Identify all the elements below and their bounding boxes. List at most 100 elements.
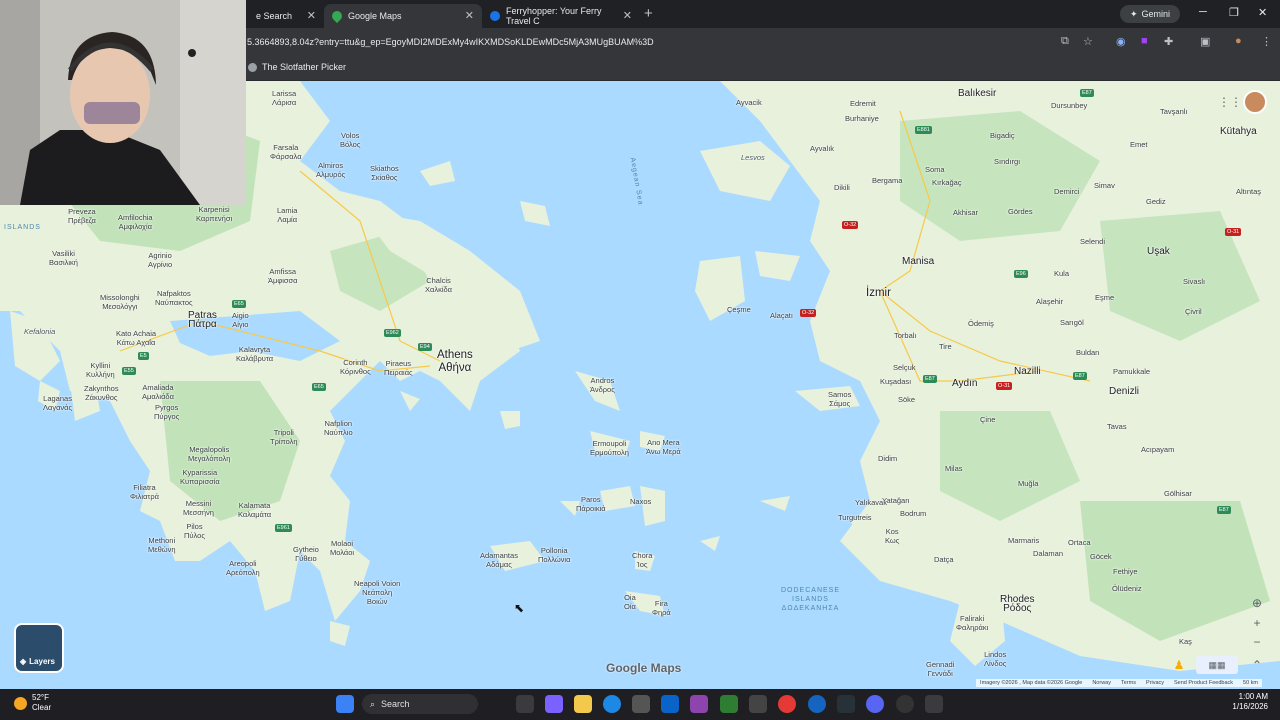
- sun-icon: [14, 696, 27, 710]
- place-label: Ano Mera Άνω Μερά: [646, 438, 681, 456]
- start-button[interactable]: [336, 695, 354, 713]
- mouse-cursor: ⬉: [514, 601, 525, 615]
- place-label: Yalıkavak: [855, 498, 887, 507]
- place-label: Faliraki Φαληράκι: [956, 614, 989, 632]
- place-label: Preveza Πρέβεζα: [68, 207, 96, 225]
- chrome-icon[interactable]: [778, 695, 796, 713]
- address-bar[interactable]: 5.3664893,8.04z?entry=ttu&g_ep=EgoyMDI2M…: [247, 37, 654, 47]
- place-label: Tripoli Τρίπολη: [270, 428, 298, 446]
- place-label: Gördes: [1008, 207, 1033, 216]
- sparkle-icon: ✦: [1130, 8, 1138, 19]
- tab-search[interactable]: e Search ✕: [248, 4, 324, 28]
- place-label: Aydın: [952, 378, 978, 389]
- island-label: Kefalonia: [24, 327, 56, 336]
- side-panel-icon[interactable]: ▣: [1200, 35, 1210, 48]
- tab-google-maps[interactable]: Google Maps ✕: [324, 4, 482, 28]
- place-label: Datça: [934, 555, 954, 564]
- place-label: Çeşme: [727, 305, 751, 314]
- taskbar-search[interactable]: ⌕ Search: [362, 694, 478, 714]
- road-shield: E962: [384, 329, 401, 337]
- bookmark-item[interactable]: The Slotfather Picker: [248, 62, 346, 72]
- terms-link[interactable]: Terms: [1121, 680, 1136, 686]
- place-label: Gölhisar: [1164, 489, 1192, 498]
- map-thumbnails[interactable]: ▦▦: [1196, 656, 1238, 674]
- excel-icon[interactable]: [720, 695, 738, 713]
- store-icon[interactable]: [632, 695, 650, 713]
- place-label: Ortaca: [1068, 538, 1091, 547]
- ferry-icon: [490, 11, 500, 21]
- capital-local-name: Αθήνα: [438, 362, 472, 374]
- privacy-link[interactable]: Privacy: [1146, 680, 1164, 686]
- gemini-button[interactable]: ✦ Gemini: [1120, 5, 1181, 23]
- close-icon[interactable]: ✕: [623, 9, 632, 22]
- place-label: Samos Σάμος: [828, 390, 852, 408]
- place-label: Megalopolis Μεγαλόπολη: [188, 445, 231, 463]
- avatar[interactable]: [1243, 90, 1267, 114]
- tab-ferryhopper[interactable]: Ferryhopper: Your Ferry Travel C ✕: [482, 4, 640, 28]
- road-shield: E87: [1073, 372, 1087, 380]
- zoom-out-button[interactable]: −: [1248, 633, 1266, 651]
- file-explorer-icon[interactable]: [574, 695, 592, 713]
- place-label: Kırkağaç: [932, 178, 962, 187]
- outlook-icon[interactable]: [661, 695, 679, 713]
- more-menu-icon[interactable]: ⋮: [1261, 35, 1272, 48]
- taskbar-search-label: Search: [381, 699, 410, 709]
- place-label: İzmir: [866, 287, 891, 299]
- audio-icon[interactable]: ◉: [1116, 35, 1126, 48]
- place-label: Kalavryta Καλάβρυτα: [236, 345, 274, 363]
- extension-icon[interactable]: ■: [1141, 35, 1148, 47]
- extensions-puzzle-icon[interactable]: ✚: [1164, 35, 1173, 48]
- close-icon[interactable]: ✕: [465, 9, 474, 22]
- scale-bar[interactable]: 50 km: [1243, 680, 1258, 686]
- place-label: Acıpayam: [1141, 445, 1175, 454]
- place-label: Ayvacik: [736, 98, 762, 107]
- place-label: Lindos Λίνδος: [984, 650, 1007, 668]
- feedback-link[interactable]: Send Product Feedback: [1174, 680, 1233, 686]
- region-link[interactable]: Norway: [1092, 680, 1111, 686]
- app-icon[interactable]: [690, 695, 708, 713]
- zoom-in-button[interactable]: +: [1248, 614, 1266, 632]
- app-icon[interactable]: [896, 695, 914, 713]
- install-app-icon[interactable]: ⧉: [1061, 35, 1069, 48]
- system-clock[interactable]: 1:00 AM 1/16/2026: [1232, 692, 1268, 712]
- place-label: Kyllini Κυλλήνη: [86, 361, 115, 379]
- place-label: Burhaniye: [845, 114, 879, 123]
- steam-icon[interactable]: [837, 695, 855, 713]
- layers-button[interactable]: ◈ Layers: [14, 623, 64, 673]
- edge-icon[interactable]: [603, 695, 621, 713]
- new-tab-button[interactable]: +: [644, 5, 653, 22]
- place-label: Kos Κως: [885, 527, 900, 545]
- profile-avatar-icon[interactable]: ●: [1235, 35, 1242, 47]
- my-location-icon[interactable]: ⊕: [1248, 594, 1266, 612]
- app-icon[interactable]: [749, 695, 767, 713]
- expand-up-icon[interactable]: ⌃: [1248, 656, 1266, 674]
- calculator-icon[interactable]: [925, 695, 943, 713]
- sea-label: DODECANESE ISLANDS ΔΩΔΕΚΑΝΗΣΑ: [781, 587, 841, 612]
- app-icon[interactable]: [808, 695, 826, 713]
- place-label: Ödemiş: [968, 319, 994, 328]
- place-label: Pamukkale: [1113, 367, 1151, 376]
- close-window-icon[interactable]: ✕: [1258, 6, 1267, 19]
- place-label: Patras Πάτρα: [188, 310, 217, 330]
- place-label: Lamia Λαμία: [277, 206, 298, 224]
- copilot-icon[interactable]: [545, 695, 563, 713]
- task-view-icon[interactable]: [516, 695, 534, 713]
- road-shield: E55: [122, 367, 136, 375]
- clock-time: 1:00 AM: [1238, 692, 1268, 701]
- maximize-icon[interactable]: ❐: [1229, 6, 1239, 19]
- road-shield: E881: [915, 126, 932, 134]
- bookmark-star-icon[interactable]: ☆: [1083, 35, 1093, 48]
- place-label: Turgutreis: [838, 513, 872, 522]
- place-label: Pollonia Πολλώνια: [538, 546, 571, 564]
- place-label: Uşak: [1147, 246, 1170, 257]
- discord-icon[interactable]: [866, 695, 884, 713]
- pegman-icon[interactable]: ♟: [1170, 656, 1188, 674]
- minimize-icon[interactable]: ─: [1199, 6, 1207, 18]
- road-shield: E87: [923, 375, 937, 383]
- road-shield: O-32: [800, 309, 817, 317]
- apps-grid-icon[interactable]: ⋮⋮: [1218, 95, 1242, 109]
- place-label: Amfissa Άμφισσα: [268, 267, 298, 285]
- weather-widget[interactable]: 52°F Clear: [14, 693, 51, 713]
- place-label: Balıkesir: [958, 88, 997, 99]
- close-icon[interactable]: ✕: [307, 9, 316, 22]
